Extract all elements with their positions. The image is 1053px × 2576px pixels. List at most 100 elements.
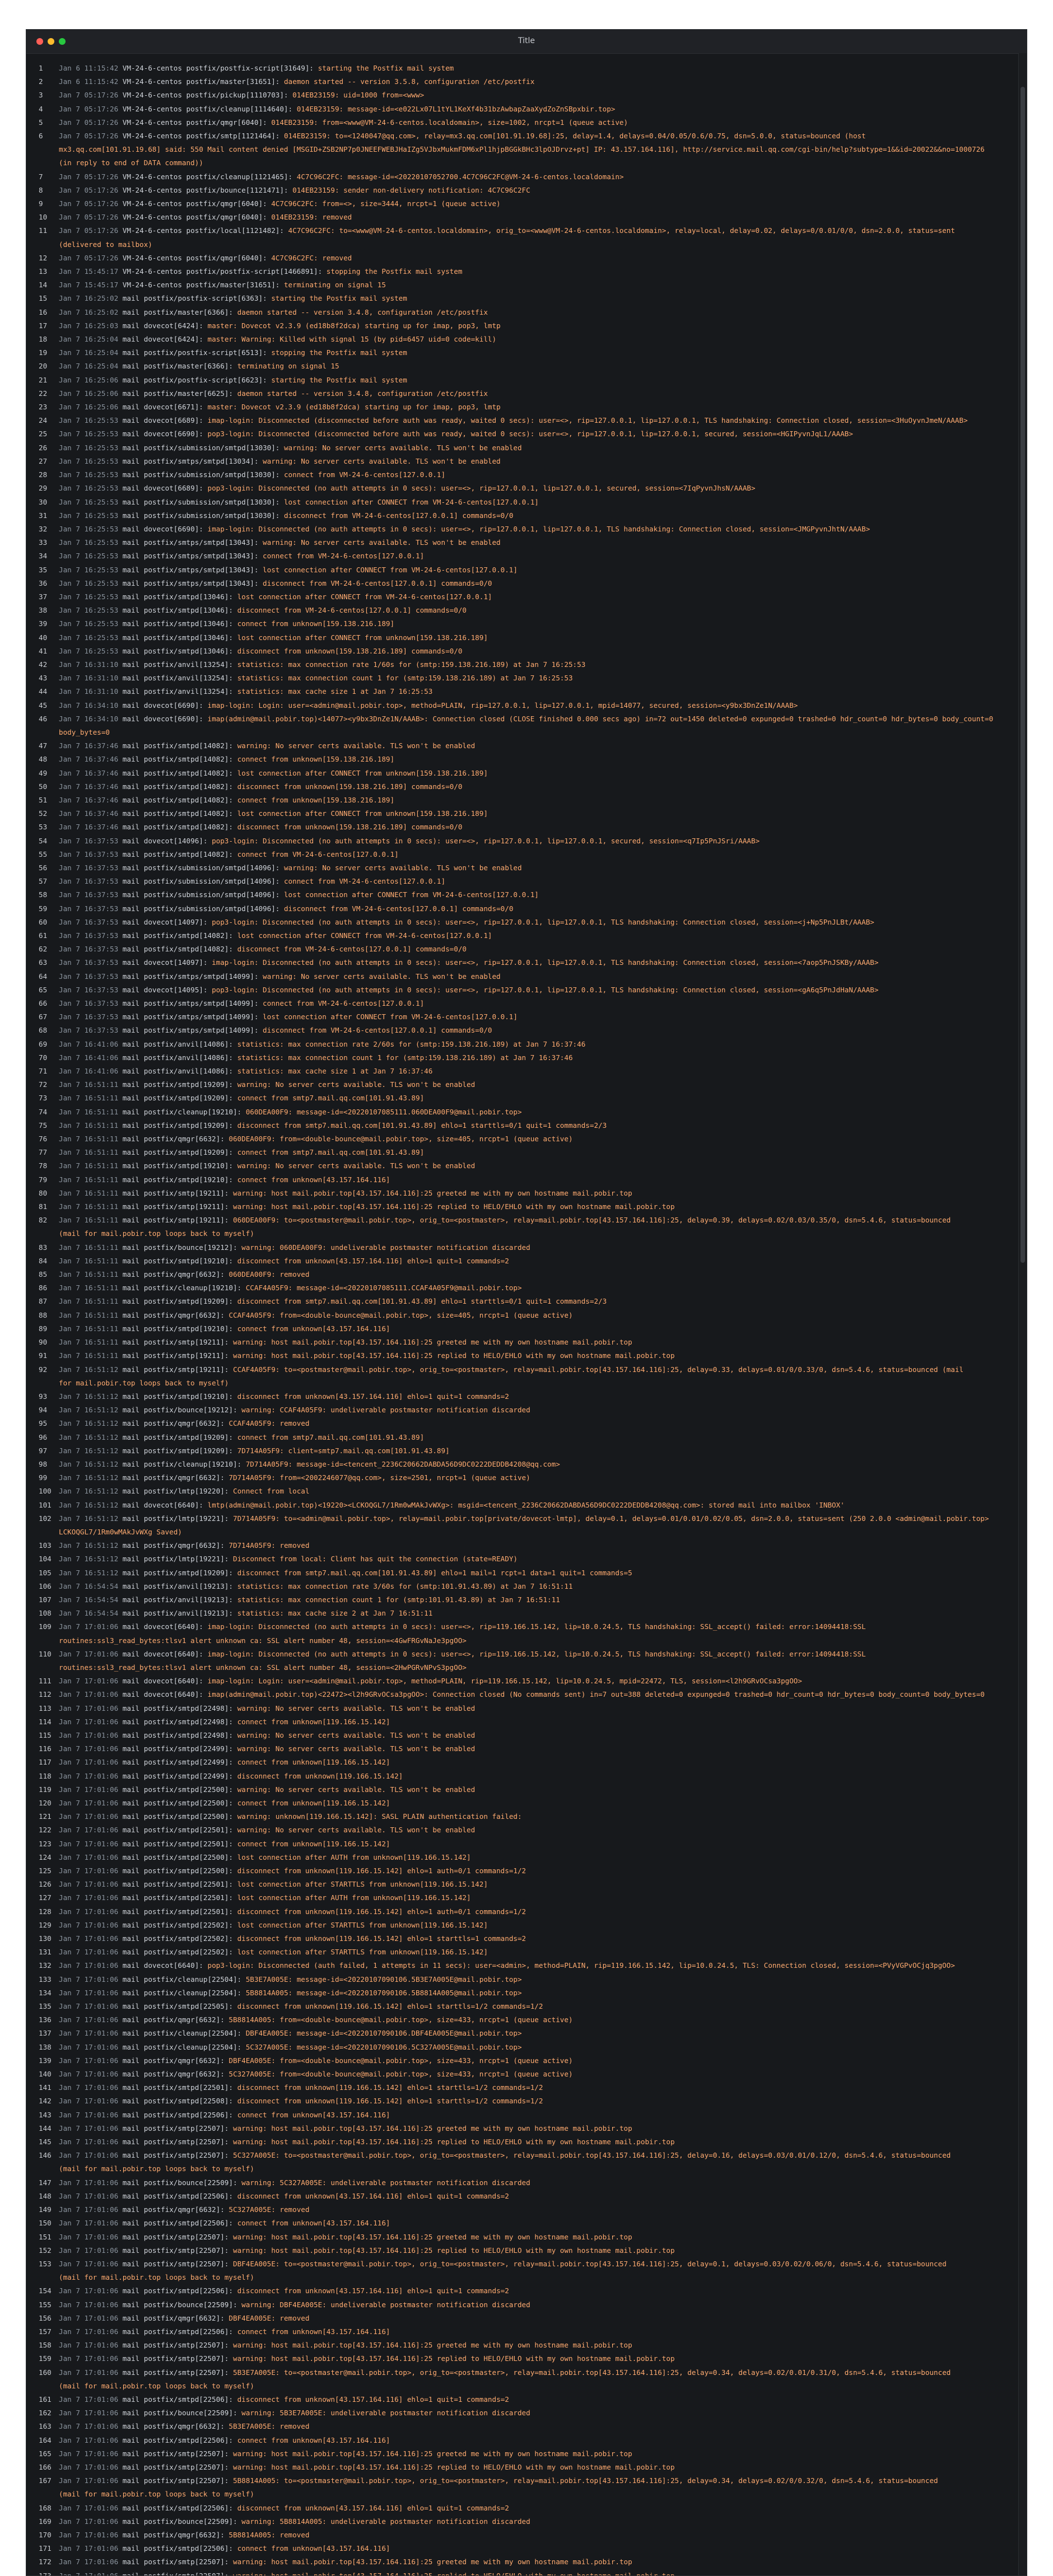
line-number: 114 (39, 1717, 52, 1726)
log-time: 16:51:11 (84, 1175, 119, 1184)
log-line: 46 Jan 7 16:34:10 mail dovecot[6690]: ima… (39, 712, 1021, 726)
scroll-thumb[interactable] (1021, 87, 1025, 1263)
line-number: 17 (39, 321, 48, 330)
log-message: connect from unknown[43.157.164.116] (237, 2219, 390, 2228)
log-message: lost connection after CONNECT from VM-24… (283, 497, 539, 506)
log-day: 7 (76, 2042, 80, 2051)
log-process: dovecot[6671]: (143, 403, 203, 412)
line-number: 1 (39, 64, 43, 72)
log-day: 7 (76, 1975, 80, 1984)
log-date: Jan (59, 1012, 72, 1021)
log-time: 16:25:02 (84, 307, 119, 316)
log-day: 7 (76, 118, 80, 127)
log-text: Jan 7 17:01:06 mail postfix/cleanup[2250… (59, 2027, 1021, 2040)
log-process: postfix/smtp[19211]: (143, 1365, 229, 1374)
log-line: 11 Jan 7 05:17:26 VM-24-6-centos postfix/… (39, 224, 1021, 237)
log-text: Jan 7 16:51:11 mail postfix/qmgr[6632]: … (59, 1309, 1021, 1322)
log-process: postfix/postfix-script[31649]: (186, 64, 314, 72)
log-time: 16:25:53 (84, 511, 119, 520)
log-host: mail (122, 1717, 140, 1726)
line-number: 67 (39, 1012, 48, 1021)
log-text: Jan 7 16:25:53 mail dovecot[6689]: imap-… (59, 414, 1021, 427)
log-host: mail (122, 1080, 140, 1089)
log-date: Jan (59, 307, 72, 316)
log-text: Jan 7 17:01:06 mail postfix/smtpd[22506]… (59, 2393, 1021, 2406)
log-line: 78 Jan 7 16:51:11 mail postfix/smtpd[1921… (39, 1159, 1021, 1173)
log-text: Jan 7 16:37:46 mail postfix/smtpd[14082]… (59, 820, 1021, 834)
log-message: stopping the Postfix mail system (326, 267, 463, 276)
log-host: VM-24-6-centos (122, 91, 182, 100)
log-view[interactable]: 1 Jan 6 11:15:42 VM-24-6-centos postfix/p… (26, 54, 1027, 2575)
log-line: 45 Jan 7 16:34:10 mail dovecot[6690]: ima… (39, 699, 1021, 712)
log-line: 58 Jan 7 16:37:53 mail postfix/submission… (39, 888, 1021, 902)
log-text: Jan 7 17:01:06 mail postfix/smtpd[22501]… (59, 2081, 1021, 2094)
log-host: mail (122, 2259, 140, 2268)
log-time: 17:01:06 (84, 2138, 119, 2146)
log-text: Jan 7 16:37:46 mail postfix/smtpd[14082]… (59, 807, 1021, 820)
log-message: lost connection after STARTTLS from unkn… (237, 1920, 488, 1929)
log-process: postfix/smtp[22507]: (143, 2232, 229, 2241)
log-host: mail (122, 2558, 140, 2566)
log-message: disconnect from unknown[43.157.164.116] … (237, 1256, 509, 1265)
log-time: 17:01:06 (84, 2286, 119, 2295)
log-line: 82 Jan 7 16:51:11 mail postfix/smtp[19211… (39, 1214, 1021, 1227)
log-text: Jan 7 17:01:06 mail postfix/smtpd[22506]… (59, 2216, 1021, 2230)
log-text: Jan 7 17:01:06 mail dovecot[6640]: imap-… (59, 1620, 1021, 1634)
line-number: 34 (39, 552, 48, 561)
log-message: connect from unknown[43.157.164.116] (237, 1324, 390, 1333)
log-day: 7 (76, 768, 80, 777)
log-host: mail (122, 1975, 140, 1984)
log-day: 7 (76, 1852, 80, 1861)
log-message: starting the Postfix mail system (271, 375, 407, 384)
log-message: Disconnect from local: Client has quit t… (232, 1555, 518, 1564)
log-process: postfix/smtpd[22501]: (143, 1880, 233, 1889)
log-time: 17:01:06 (84, 1826, 119, 1835)
log-process: postfix/anvil[14086]: (143, 1039, 233, 1048)
line-number: 112 (39, 1690, 52, 1699)
log-host: mail (122, 2205, 140, 2214)
log-date: Jan (59, 1948, 72, 1957)
log-time: 17:01:06 (84, 2503, 119, 2512)
log-text: mx3.qq.com[101.91.19.68] said: 550 Mail … (59, 143, 1021, 156)
log-time: 17:01:06 (84, 1920, 119, 1929)
log-time: 17:01:06 (84, 2097, 119, 2106)
log-time: 16:25:53 (84, 524, 119, 533)
log-line: 120 Jan 7 17:01:06 mail postfix/smtpd[225… (39, 1796, 1021, 1810)
log-host: mail (122, 2191, 140, 2200)
log-host: mail (122, 430, 140, 438)
log-day: 7 (76, 1338, 80, 1347)
log-message: statistics: max connection count 1 for (… (237, 674, 573, 683)
log-line: 4 Jan 7 05:17:26 VM-24-6-centos postfix/c… (39, 102, 1021, 116)
log-host: mail (122, 687, 140, 696)
log-day: 7 (76, 904, 80, 913)
log-day: 7 (76, 1758, 80, 1767)
log-message: 5B3E7A005E: to=<postmaster@mail.pobir.to… (232, 2368, 951, 2377)
log-day: 7 (76, 1094, 80, 1103)
log-process: postfix/cleanup[19210]: (143, 1107, 242, 1116)
log-day: 7 (76, 1677, 80, 1686)
log-process: postfix/smtps/smtpd[13043]: (143, 538, 259, 547)
log-day: 7 (76, 2056, 80, 2065)
log-line: mx3.qq.com[101.91.19.68] said: 550 Mail … (39, 143, 1021, 156)
log-message: 014EB23159: sender non-delivery notifica… (292, 185, 530, 194)
line-number: 63 (39, 958, 48, 967)
vertical-scrollbar[interactable] (1018, 53, 1027, 2575)
log-day: 7 (76, 823, 80, 832)
log-host: mail (122, 1581, 140, 1590)
log-date: Jan (59, 2191, 72, 2200)
log-date: Jan (59, 1704, 72, 1712)
log-time: 16:37:53 (84, 985, 119, 994)
log-time: 17:01:06 (84, 1649, 119, 1658)
log-host: VM-24-6-centos (122, 253, 182, 262)
line-number: 147 (39, 2178, 52, 2187)
log-time: 16:51:11 (84, 1297, 119, 1306)
log-date: Jan (59, 1893, 72, 1902)
line-number: 115 (39, 1730, 52, 1739)
log-message: 5B8814A005: message-id=<20220107090106.5… (245, 1988, 522, 1997)
line-number: 134 (39, 1988, 52, 1997)
log-process: postfix/master[6366]: (143, 362, 233, 371)
log-process: postfix/anvil[13254]: (143, 687, 233, 696)
log-day: 7 (76, 1555, 80, 1564)
line-number: 103 (39, 1541, 52, 1550)
log-text: Jan 7 16:25:04 mail postfix/postfix-scri… (59, 346, 1021, 360)
